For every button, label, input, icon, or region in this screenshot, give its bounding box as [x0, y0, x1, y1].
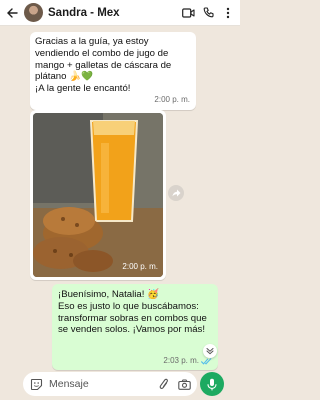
- phone-call-icon[interactable]: [200, 5, 216, 21]
- message-time: 2:03 p. m.: [163, 356, 199, 366]
- scroll-to-bottom-button[interactable]: [203, 344, 217, 358]
- message-composer: Mensaje: [23, 372, 197, 396]
- avatar[interactable]: [24, 3, 43, 22]
- voice-message-button[interactable]: [200, 372, 224, 396]
- incoming-image-message[interactable]: 2:00 p. m.: [30, 110, 166, 280]
- chat-background: [0, 26, 20, 400]
- camera-icon[interactable]: [177, 377, 191, 391]
- more-options-icon[interactable]: [220, 5, 236, 21]
- contact-name[interactable]: Sandra - Mex: [48, 7, 176, 19]
- message-text: Gracias a la guía, ya estoy vendiendo el…: [35, 36, 172, 95]
- read-receipt-icon: [201, 357, 212, 365]
- forward-icon[interactable]: [168, 185, 184, 201]
- message-input[interactable]: Mensaje: [49, 378, 151, 390]
- message-text: ¡Buenísimo, Natalia! 🥳 Eso es justo lo q…: [58, 289, 207, 336]
- attach-icon[interactable]: [157, 377, 171, 391]
- message-time: 2:00 p. m.: [154, 95, 190, 105]
- message-time: 2:00 p. m.: [122, 262, 158, 272]
- sticker-icon[interactable]: [29, 377, 43, 391]
- microphone-icon: [207, 378, 217, 390]
- video-call-icon[interactable]: [180, 5, 196, 21]
- incoming-message[interactable]: Gracias a la guía, ya estoy vendiendo el…: [30, 32, 196, 110]
- chevron-down-icon: [206, 348, 214, 355]
- photo[interactable]: 2:00 p. m.: [33, 113, 163, 277]
- chat-header: Sandra - Mex: [0, 0, 240, 26]
- back-arrow-icon[interactable]: [4, 5, 20, 21]
- outgoing-message[interactable]: ¡Buenísimo, Natalia! 🥳 Eso es justo lo q…: [52, 284, 218, 370]
- juice-and-cookies-image: [33, 113, 163, 277]
